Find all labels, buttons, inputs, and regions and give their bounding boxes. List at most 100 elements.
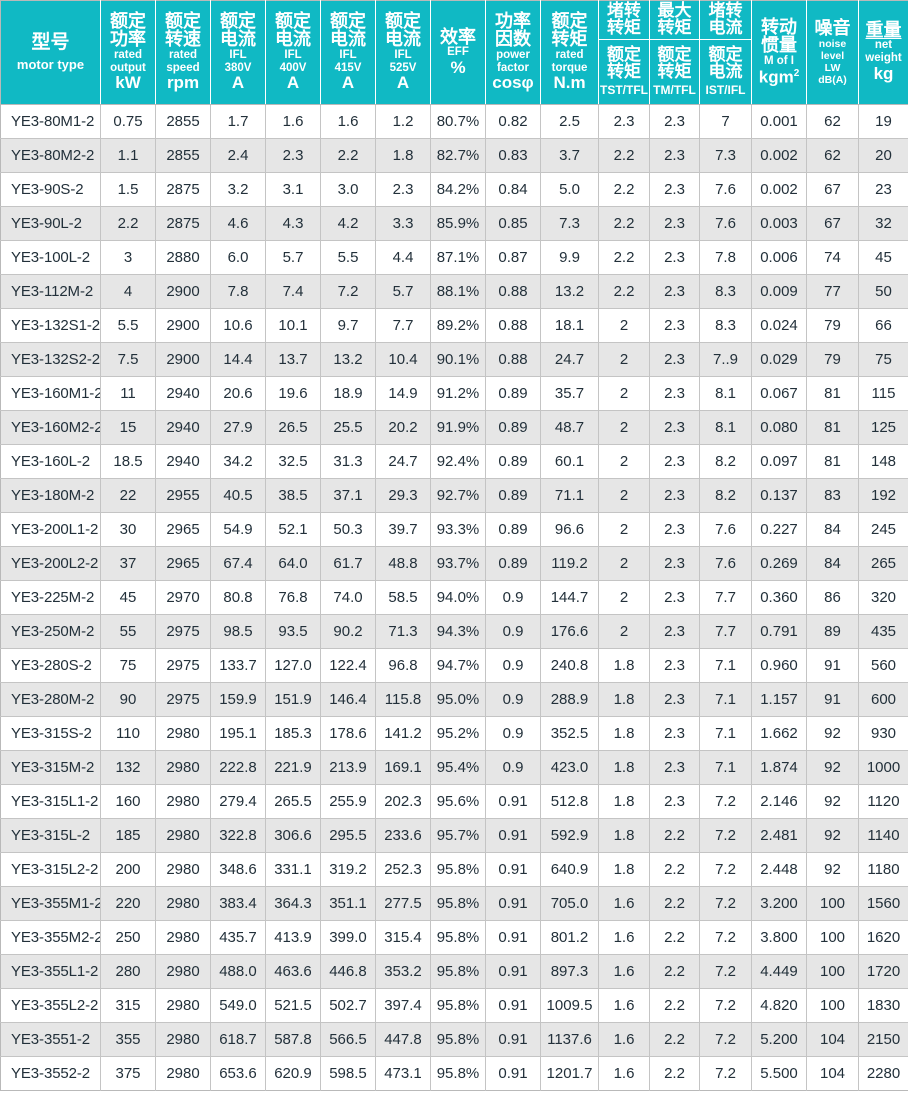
cell-r21-c5: 265.5 <box>265 784 321 819</box>
header-en-line: EFF <box>447 45 469 58</box>
cell-r17-c15: 91 <box>806 648 859 683</box>
cell-r4-c8: 85.9% <box>430 206 486 241</box>
cell-r13-c6: 50.3 <box>320 512 376 547</box>
cell-r27-c2: 315 <box>100 988 156 1023</box>
cell-motor-type: YE3-3551-2 <box>0 1022 101 1057</box>
cell-r11-c2: 18.5 <box>100 444 156 479</box>
header-cn-line: 电流 <box>708 18 743 37</box>
cell-r2-c13: 7.3 <box>699 138 752 173</box>
cell-r28-c10: 1137.6 <box>540 1022 599 1057</box>
cell-r26-c2: 280 <box>100 954 156 989</box>
header-en-line: noise <box>818 37 847 50</box>
cell-motor-type: YE3-90L-2 <box>0 206 101 241</box>
cell-r14-c8: 93.7% <box>430 546 486 581</box>
cell-r8-c13: 7..9 <box>699 342 752 377</box>
cell-r18-c4: 159.9 <box>210 682 266 717</box>
header-unit: kg <box>873 64 894 84</box>
cell-r22-c6: 295.5 <box>320 818 376 853</box>
cell-r13-c12: 2.3 <box>649 512 700 547</box>
cell-r5-c5: 5.7 <box>265 240 321 275</box>
cell-r12-c9: 0.89 <box>485 478 541 513</box>
cell-r15-c16: 320 <box>858 580 908 615</box>
header-cn-line: 噪音 <box>814 18 851 39</box>
cell-r3-c16: 23 <box>858 172 908 207</box>
header-en-line: motor type <box>16 56 85 72</box>
cell-r19-c14: 1.662 <box>751 716 807 751</box>
cell-r2-c12: 2.3 <box>649 138 700 173</box>
cell-r1-c11: 2.3 <box>598 104 650 139</box>
cell-r8-c2: 7.5 <box>100 342 156 377</box>
cell-r15-c10: 144.7 <box>540 580 599 615</box>
column-header-12: 最大 转矩 额定 转矩 TM/TFL <box>649 0 700 105</box>
cell-r28-c13: 7.2 <box>699 1022 752 1057</box>
cell-r19-c10: 352.5 <box>540 716 599 751</box>
cell-r15-c8: 94.0% <box>430 580 486 615</box>
cell-r15-c3: 2970 <box>155 580 211 615</box>
cell-r29-c8: 95.8% <box>430 1056 486 1091</box>
table-row: YE3-355L2-2 315 2980 549.0 521.5 502.7 397.4 95… <box>0 988 908 1023</box>
cell-r16-c12: 2.3 <box>649 614 700 649</box>
cell-r14-c14: 0.269 <box>751 546 807 581</box>
cell-r24-c11: 1.6 <box>598 886 650 921</box>
header-en-line: LW <box>824 61 841 74</box>
cell-r15-c14: 0.360 <box>751 580 807 615</box>
cell-r10-c8: 91.9% <box>430 410 486 445</box>
cell-r7-c2: 5.5 <box>100 308 156 343</box>
cell-r13-c13: 7.6 <box>699 512 752 547</box>
cell-r6-c9: 0.88 <box>485 274 541 309</box>
cell-r7-c3: 2900 <box>155 308 211 343</box>
cell-r6-c12: 2.3 <box>649 274 700 309</box>
cell-r7-c11: 2 <box>598 308 650 343</box>
cell-motor-type: YE3-250M-2 <box>0 614 101 649</box>
cell-r26-c11: 1.6 <box>598 954 650 989</box>
cell-r1-c2: 0.75 <box>100 104 156 139</box>
column-header-2: 额定 功率 rated output kW <box>100 0 156 105</box>
cell-r17-c3: 2975 <box>155 648 211 683</box>
cell-r5-c15: 74 <box>806 240 859 275</box>
cell-r23-c10: 640.9 <box>540 852 599 887</box>
cell-r17-c13: 7.1 <box>699 648 752 683</box>
header-cn-line: 电流 <box>708 61 743 81</box>
cell-r7-c15: 79 <box>806 308 859 343</box>
cell-r7-c8: 89.2% <box>430 308 486 343</box>
cell-r29-c10: 1201.7 <box>540 1056 599 1091</box>
cell-r5-c8: 87.1% <box>430 240 486 275</box>
cell-motor-type: YE3-80M2-2 <box>0 138 101 173</box>
cell-r9-c11: 2 <box>598 376 650 411</box>
cell-motor-type: YE3-3552-2 <box>0 1056 101 1091</box>
header-unit: cosφ <box>492 73 534 93</box>
table-row: YE3-315L1-2 160 2980 279.4 265.5 255.9 202.3 95… <box>0 784 908 819</box>
column-header-6: 额定 电流 IFL 415V A <box>320 0 376 105</box>
cell-r10-c4: 27.9 <box>210 410 266 445</box>
cell-r29-c16: 2280 <box>858 1056 908 1091</box>
cell-r6-c13: 8.3 <box>699 274 752 309</box>
cell-r25-c6: 399.0 <box>320 920 376 955</box>
cell-r27-c11: 1.6 <box>598 988 650 1023</box>
cell-r5-c6: 5.5 <box>320 240 376 275</box>
cell-r8-c12: 2.3 <box>649 342 700 377</box>
cell-r18-c14: 1.157 <box>751 682 807 717</box>
cell-r12-c10: 71.1 <box>540 478 599 513</box>
cell-r5-c10: 9.9 <box>540 240 599 275</box>
cell-r4-c14: 0.003 <box>751 206 807 241</box>
cell-r26-c5: 463.6 <box>265 954 321 989</box>
cell-r3-c11: 2.2 <box>598 172 650 207</box>
cell-r26-c6: 446.8 <box>320 954 376 989</box>
cell-r18-c5: 151.9 <box>265 682 321 717</box>
cell-r14-c5: 64.0 <box>265 546 321 581</box>
cell-r22-c14: 2.481 <box>751 818 807 853</box>
cell-r2-c9: 0.83 <box>485 138 541 173</box>
cell-r28-c3: 2980 <box>155 1022 211 1057</box>
header-cn-line: 额定 <box>657 44 692 64</box>
cell-r19-c16: 930 <box>858 716 908 751</box>
cell-r29-c5: 620.9 <box>265 1056 321 1091</box>
cell-r12-c8: 92.7% <box>430 478 486 513</box>
cell-r18-c2: 90 <box>100 682 156 717</box>
cell-r28-c16: 2150 <box>858 1022 908 1057</box>
cell-r15-c15: 86 <box>806 580 859 615</box>
cell-motor-type: YE3-200L2-2 <box>0 546 101 581</box>
table-row: YE3-315M-2 132 2980 222.8 221.9 213.9 169.1 95.… <box>0 750 908 785</box>
cell-r3-c7: 2.3 <box>375 172 431 207</box>
cell-r3-c8: 84.2% <box>430 172 486 207</box>
header-cn-line: 额定 <box>165 10 201 31</box>
